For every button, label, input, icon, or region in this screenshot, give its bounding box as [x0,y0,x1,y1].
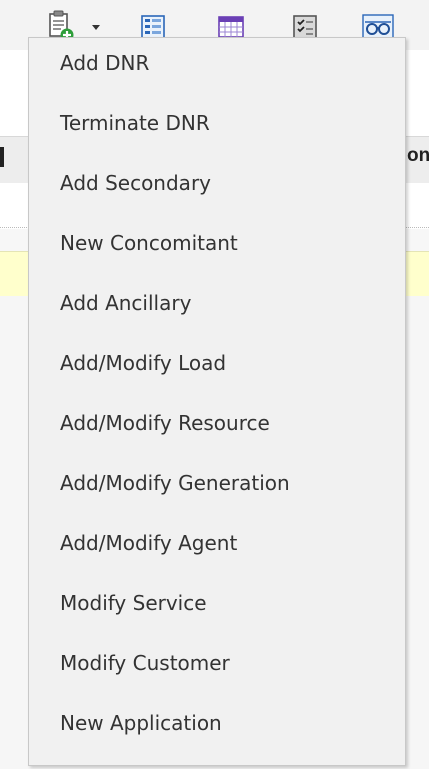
menu-item-add-ancillary[interactable]: Add Ancillary [60,290,380,316]
menu-item-new-application[interactable]: New Application [60,710,380,736]
menu-item-new-concomitant[interactable]: New Concomitant [60,230,380,256]
menu-item-modify-customer[interactable]: Modify Customer [60,650,380,676]
add-dropdown-menu: Add DNR Terminate DNR Add Secondary New … [28,37,406,766]
chevron-down-icon[interactable] [92,25,100,30]
menu-item-terminate-dnr[interactable]: Terminate DNR [60,110,380,136]
menu-item-modify-service[interactable]: Modify Service [60,590,380,616]
grid-header-edge [0,147,4,167]
menu-item-add-dnr[interactable]: Add DNR [60,50,380,76]
menu-item-add-modify-load[interactable]: Add/Modify Load [60,350,380,376]
menu-item-add-modify-resource[interactable]: Add/Modify Resource [60,410,380,436]
grid-header-label: on [407,145,429,166]
menu-item-add-modify-generation[interactable]: Add/Modify Generation [60,470,380,496]
app-window: on Add DNR Terminate DNR Add Secondary N… [0,0,429,769]
menu-item-add-modify-agent[interactable]: Add/Modify Agent [60,530,380,556]
menu-item-add-secondary[interactable]: Add Secondary [60,170,380,196]
